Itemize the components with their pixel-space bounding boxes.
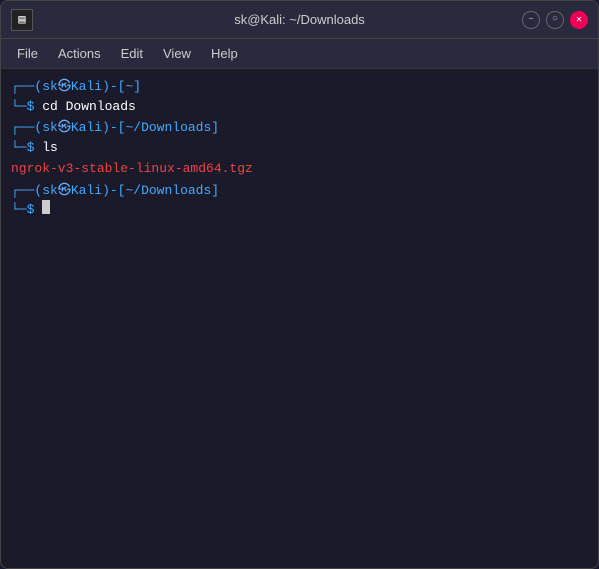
menubar: File Actions Edit View Help [1, 39, 598, 69]
maximize-button[interactable]: ○ [546, 11, 564, 29]
minimize-button[interactable]: – [522, 11, 540, 29]
menu-help[interactable]: Help [203, 44, 246, 63]
menu-file[interactable]: File [9, 44, 46, 63]
output-text-1: ngrok-v3-stable-linux-amd64.tgz [11, 159, 588, 179]
prompt-line-3-top: ┌──(sk㉿Kali)-[~/Downloads] [11, 181, 588, 201]
prompt-line-2-top: ┌──(sk㉿Kali)-[~/Downloads] [11, 118, 588, 138]
prompt-line-2-bot: └─$ ls [11, 138, 588, 158]
menu-view[interactable]: View [155, 44, 199, 63]
window-title: sk@Kali: ~/Downloads [234, 12, 365, 27]
titlebar-left: ▤ [11, 9, 33, 31]
titlebar: ▤ sk@Kali: ~/Downloads – ○ ✕ [1, 1, 598, 39]
window-controls: – ○ ✕ [522, 11, 588, 29]
terminal-icon-symbol: ▤ [18, 12, 25, 27]
prompt-line-1-top: ┌──(sk㉿Kali)-[~] [11, 77, 588, 97]
close-button[interactable]: ✕ [570, 11, 588, 29]
prompt-line-3-bot: └─$ [11, 200, 588, 220]
app-icon: ▤ [11, 9, 33, 31]
terminal-cursor [42, 200, 50, 214]
terminal-output-1: ngrok-v3-stable-linux-amd64.tgz [11, 159, 588, 179]
terminal-window: ▤ sk@Kali: ~/Downloads – ○ ✕ File Action… [0, 0, 599, 569]
terminal-body[interactable]: ┌──(sk㉿Kali)-[~] └─$ cd Downloads ┌──(sk… [1, 69, 598, 568]
prompt-line-1-bot: └─$ cd Downloads [11, 97, 588, 117]
terminal-block-1: ┌──(sk㉿Kali)-[~] └─$ cd Downloads [11, 77, 588, 116]
terminal-block-2: ┌──(sk㉿Kali)-[~/Downloads] └─$ ls [11, 118, 588, 157]
menu-actions[interactable]: Actions [50, 44, 109, 63]
terminal-block-3: ┌──(sk㉿Kali)-[~/Downloads] └─$ [11, 181, 588, 220]
menu-edit[interactable]: Edit [113, 44, 151, 63]
